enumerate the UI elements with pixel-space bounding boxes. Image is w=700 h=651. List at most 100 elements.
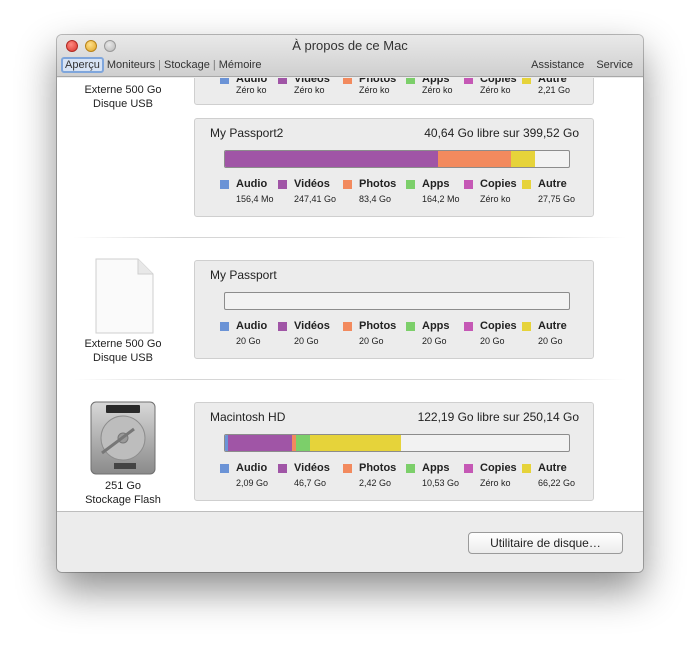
legend-swatch [464,180,473,189]
legend-value: 20 Go [236,336,261,346]
external-disk-icon [95,258,154,334]
legend-category: Photos [359,462,397,474]
internal-hard-drive-icon [90,401,156,475]
legend-swatch [464,322,473,331]
legend-value: Zéro ko [422,85,453,95]
storage-panel-macintosh-hd: Macintosh HD 122,19 Go libre sur 250,14 … [194,402,594,501]
usage-segment-autre [510,151,535,167]
title-bar: À propos de ce Mac Aperçu Moniteurs | St… [57,35,643,77]
divider [74,237,626,238]
legend-swatch [406,464,415,473]
legend-value: 2,21 Go [538,85,571,95]
legend-swatch [464,78,473,84]
legend-swatch [220,464,229,473]
legend-value: 20 Go [359,336,384,346]
volume-free-space: 122,19 Go libre sur 250,14 Go [417,410,579,424]
legend-swatch [406,180,415,189]
storage-legend: Audio 156,4 Mo Vidéos 247,41 Go Photos 83,4 G… [220,178,580,209]
volume-name: Macintosh HD [210,410,286,424]
storage-list[interactable]: Externe 500 Go Disque USB Audio Zéro ko Vi… [57,78,643,511]
legend-swatch [406,78,415,84]
legend-category: Autre [538,178,567,190]
divider [74,379,626,380]
legend-category: Vidéos [294,78,330,85]
device-label: Externe 500 Go Disque USB [58,83,188,111]
legend-category: Apps [422,462,450,474]
usage-segment-autre [309,435,402,451]
legend-value: 83,4 Go [359,194,392,204]
tab-moniteurs[interactable]: Moniteurs [104,58,158,72]
legend-value: 2,42 Go [359,478,392,488]
legend-category: Autre [538,320,567,332]
legend-value: 20 Go [480,336,505,346]
tab-stockage[interactable]: Stockage [161,58,213,72]
storage-legend: Audio 2,09 Go Vidéos 46,7 Go Photos 2,42 Go Ap… [220,462,580,493]
legend-value: 66,22 Go [538,478,576,488]
legend-swatch [464,464,473,473]
legend-value: 20 Go [422,336,447,346]
toolbar-links: Assistance Service [531,57,633,73]
device-label: Externe 500 Go Disque USB [58,337,188,365]
storage-panel: Audio Zéro ko Vidéos Zéro ko Photos Zéro ko Ap… [194,78,594,105]
device-label: 251 Go Stockage Flash [58,479,188,507]
device-label-line2: Disque USB [93,98,153,110]
legend-category: Copies [480,78,517,85]
legend-swatch [343,78,352,84]
usage-segment-videos [225,151,439,167]
usage-segment-apps [295,435,310,451]
legend-value: 156,4 Mo [236,194,274,204]
service-link[interactable]: Service [596,59,633,71]
storage-legend: Audio Zéro ko Vidéos Zéro ko Photos Zéro ko Ap… [220,78,580,112]
usage-segment-photos [438,151,511,167]
legend-category: Copies [480,178,517,190]
legend-value: Zéro ko [359,85,390,95]
legend-category: Apps [422,78,450,85]
legend-category: Audio [236,462,268,474]
legend-swatch [522,464,531,473]
legend-swatch [522,78,531,84]
usage-bar [224,434,570,452]
legend-value: Zéro ko [480,478,511,488]
device-label-line1: 251 Go [104,480,142,492]
legend-category: Autre [538,78,567,85]
legend-swatch [220,322,229,331]
legend-swatch [522,180,531,189]
volume-free-space: 40,64 Go libre sur 399,52 Go [424,126,579,140]
legend-category: Audio [236,78,268,85]
legend-value: Zéro ko [294,85,325,95]
about-this-mac-window: À propos de ce Mac Aperçu Moniteurs | St… [57,35,643,572]
assistance-link[interactable]: Assistance [531,59,584,71]
legend-swatch [220,78,229,84]
legend-value: 10,53 Go [422,478,460,488]
storage-panel-my-passport2: My Passport2 40,64 Go libre sur 399,52 G… [194,118,594,217]
disk-utility-button[interactable]: Utilitaire de disque… [468,532,623,554]
volume-name: My Passport2 [210,126,284,140]
legend-category: Vidéos [294,320,330,332]
legend-category: Apps [422,320,450,332]
legend-value: 247,41 Go [294,194,337,204]
legend-category: Photos [359,178,397,190]
legend-swatch [406,322,415,331]
legend-value: Zéro ko [480,194,511,204]
legend-value: 164,2 Mo [422,194,460,204]
volume-name: My Passport [210,268,277,282]
storage-panel-my-passport: My Passport Audio 20 Go Vidéos 20 Go Photos 2… [194,260,594,359]
legend-value: 20 Go [538,336,563,346]
legend-value: 2,09 Go [236,478,269,488]
legend-category: Audio [236,320,268,332]
tab-memoire[interactable]: Mémoire [216,58,265,72]
device-label-line1: Externe 500 Go [84,338,162,350]
legend-swatch [522,322,531,331]
tab-apercu[interactable]: Aperçu [61,57,104,73]
legend-category: Vidéos [294,178,330,190]
legend-swatch [278,78,287,84]
usage-bar [224,292,570,310]
device-label-line2: Stockage Flash [85,494,161,506]
legend-value: 46,7 Go [294,478,327,488]
storage-legend: Audio 20 Go Vidéos 20 Go Photos 20 Go Apps 20 G… [220,320,580,351]
legend-category: Copies [480,320,517,332]
legend-swatch [343,322,352,331]
legend-value: 20 Go [294,336,319,346]
legend-category: Autre [538,462,567,474]
usage-segment-videos [227,435,293,451]
